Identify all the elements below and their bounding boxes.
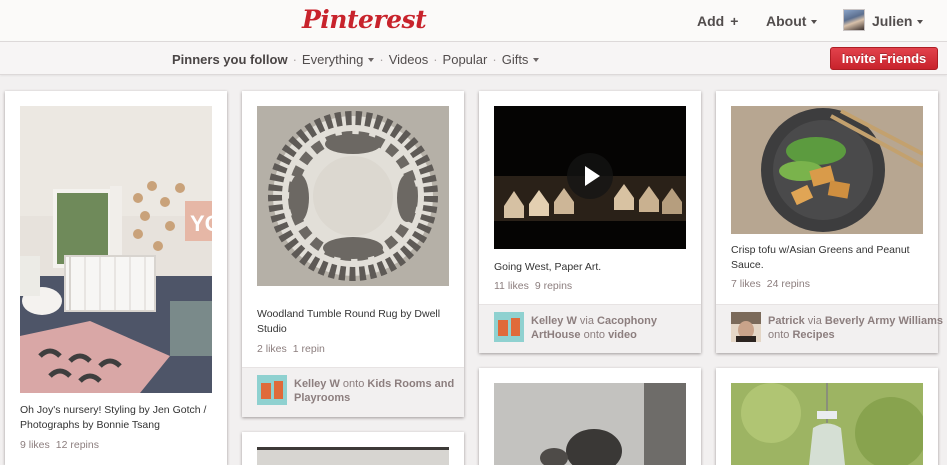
pin-description: Going West, Paper Art. [494,261,602,273]
pin-card[interactable]: YO Oh Joy's nursery! Styling by Jen Gotc… [5,91,227,465]
pinner-link[interactable]: Patrick [768,315,805,327]
plus-icon: + [730,13,739,29]
pin-image[interactable] [257,106,449,286]
nav-gifts[interactable]: Gifts [502,52,540,67]
chevron-down-icon [533,58,540,62]
separator: · [379,52,384,67]
onto-word: onto [768,329,790,341]
pinterest-logo[interactable]: Pinterest [302,5,427,34]
via-word: via [579,315,594,327]
pinner-link[interactable]: Kelley W [531,315,577,327]
pinner-link[interactable]: Kelley W [294,378,340,390]
pin-card[interactable] [716,368,938,465]
add-menu[interactable]: Add + [697,13,738,29]
pin-stats: 11 likes 9 repins [494,280,572,292]
repins-count[interactable]: 9 repins [535,280,572,292]
pin-image[interactable] [494,383,686,465]
user-avatar[interactable] [257,375,287,405]
onto-word: onto [342,378,365,390]
play-icon[interactable] [567,153,613,199]
user-avatar[interactable] [494,312,524,342]
chevron-down-icon [917,20,924,24]
pin-image[interactable]: YO [20,106,212,393]
onto-word: onto [583,329,605,341]
nav-gifts-label: Gifts [501,52,529,67]
pin-description: Crisp tofu w/Asian Greens and Peanut Sau… [731,244,910,271]
pin-attribution: Patrick via Beverly Army Williams onto R… [716,304,943,353]
pin-card[interactable] [479,368,701,465]
sub-navigation: Pinners you follow · Everything · Videos · Pop… [0,41,947,75]
nav-pinners-you-follow[interactable]: Pinners you follow [172,52,288,67]
pin-card[interactable]: Crisp tofu w/Asian Greens and Peanut Sau… [716,91,943,353]
pin-card[interactable] [242,432,464,465]
likes-count[interactable]: 9 likes [20,439,50,451]
user-menu[interactable]: Julien [872,13,924,29]
pin-attribution: Kelley W via Cacophony ArtHouse onto vid… [479,304,701,353]
pin-image[interactable] [257,447,449,465]
likes-count[interactable]: 11 likes [494,280,529,292]
via-word: via [807,315,822,327]
separator: · [492,52,497,67]
board-link[interactable]: Recipes [792,329,834,341]
chevron-down-icon [811,20,818,24]
pin-description: Woodland Tumble Round Rug by Dwell Studi… [257,308,441,335]
user-avatar[interactable] [731,312,761,342]
board-link[interactable]: video [608,329,637,341]
about-label: About [766,13,807,29]
source-link[interactable]: Beverly Army Williams [825,315,943,327]
pin-stats: 7 likes 24 repins [731,278,810,290]
pin-stats: 2 likes 1 repin [257,343,325,355]
pin-image[interactable] [731,383,923,465]
invite-friends-button[interactable]: Invite Friends [830,47,938,70]
user-avatar[interactable] [843,9,865,31]
likes-count[interactable]: 7 likes [731,278,761,290]
nav-popular[interactable]: Popular [443,52,488,67]
nav-everything[interactable]: Everything [301,52,375,67]
pin-image[interactable] [731,106,923,234]
pin-card[interactable]: Going West, Paper Art. 11 likes 9 repins … [479,91,701,353]
chevron-down-icon [368,58,375,62]
add-label: Add [697,13,725,29]
nav-videos[interactable]: Videos [389,52,429,67]
svg-text:YO: YO [190,211,212,236]
attribution-text: Patrick via Beverly Army Williams onto R… [768,314,943,342]
pin-attribution: Kelley W onto Kids Rooms and Playrooms [242,367,464,417]
user-name: Julien [872,13,913,29]
pin-description: Oh Joy's nursery! Styling by Jen Gotch /… [20,404,207,431]
about-menu[interactable]: About [766,13,818,29]
repins-count[interactable]: 12 repins [56,439,99,451]
nav-everything-label: Everything [301,52,364,67]
pin-stats: 9 likes 12 repins [20,439,99,451]
top-bar: Pinterest Add + About Julien [0,0,947,41]
likes-count[interactable]: 2 likes [257,343,287,355]
separator: · [433,52,438,67]
pin-card[interactable]: Woodland Tumble Round Rug by Dwell Studi… [242,91,464,417]
attribution-text: Kelley W onto Kids Rooms and Playrooms [294,377,469,405]
repins-count[interactable]: 1 repin [293,343,325,355]
repins-count[interactable]: 24 repins [767,278,810,290]
separator: · [292,52,297,67]
attribution-text: Kelley W via Cacophony ArtHouse onto vid… [531,314,706,342]
